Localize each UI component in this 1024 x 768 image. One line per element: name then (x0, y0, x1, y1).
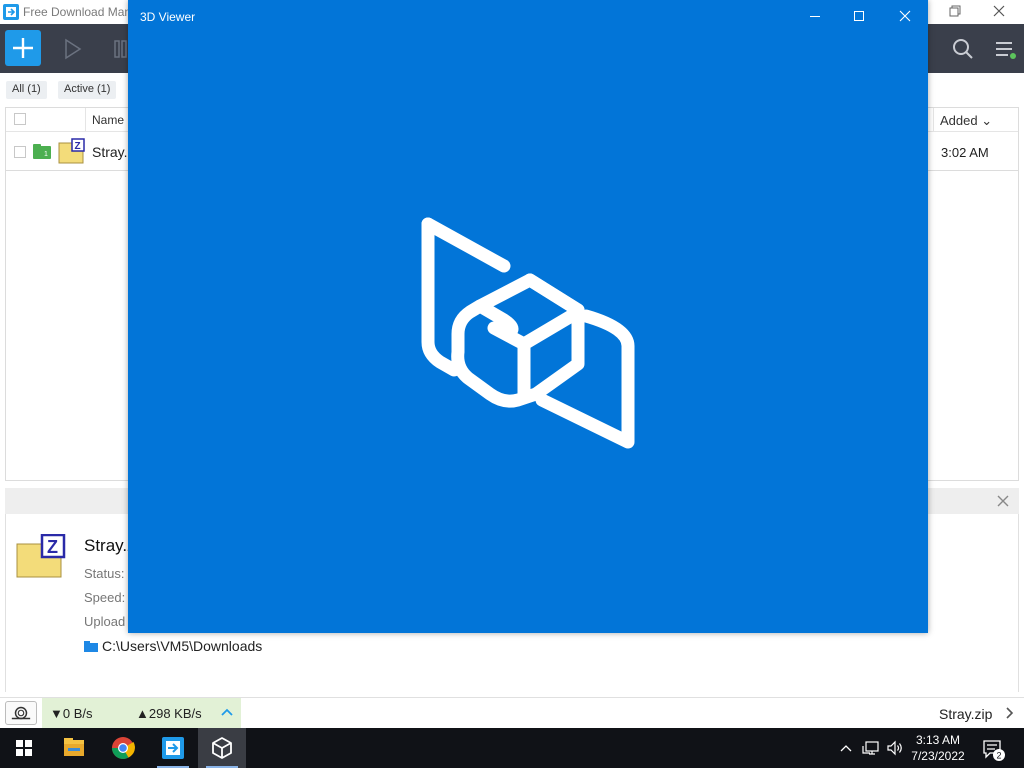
plus-icon (13, 38, 33, 58)
notification-icon: 2 (983, 740, 1005, 761)
start-button[interactable] (0, 728, 48, 768)
windows-start-icon (16, 740, 32, 756)
row-checkbox[interactable] (14, 146, 26, 158)
zip-file-icon: Z (16, 534, 66, 578)
detail-speed-label: Speed: (84, 590, 126, 605)
filter-tab-all[interactable]: All (1) (6, 81, 47, 99)
column-divider (85, 108, 86, 132)
chevron-up-icon[interactable] (218, 704, 236, 722)
minimize-button[interactable] (792, 0, 838, 32)
svg-text:Z: Z (75, 141, 81, 152)
svg-text:Z: Z (47, 537, 58, 557)
add-download-button[interactable] (5, 30, 41, 66)
close-button[interactable] (882, 0, 928, 32)
detail-status-label: Status: (84, 566, 125, 581)
column-header-name[interactable]: Name (92, 113, 124, 127)
download-status-icon: 1 (33, 144, 51, 159)
upload-speed: ▲298 KB/s (136, 706, 202, 721)
detail-upload-label: Upload (84, 614, 126, 629)
snail-mode-button[interactable] (5, 701, 37, 725)
pause-all-button[interactable] (108, 34, 128, 64)
chevron-right-icon[interactable] (1000, 704, 1018, 722)
fdm-restore-button[interactable] (930, 0, 976, 24)
speed-indicator: ▼0 B/s ▲298 KB/s (42, 698, 241, 728)
network-icon[interactable] (861, 738, 881, 758)
fdm-app-icon (3, 4, 19, 20)
taskbar: 3:13 AM 7/23/2022 2 (0, 728, 1024, 768)
3d-viewer-window[interactable]: 3D Viewer (128, 0, 928, 633)
3d-viewer-logo-icon (421, 217, 635, 449)
file-explorer-icon (64, 738, 84, 756)
fdm-close-button[interactable] (976, 0, 1022, 24)
column-header-added[interactable]: Added ⌄ (940, 113, 992, 129)
taskbar-3d-viewer[interactable] (198, 728, 246, 768)
3d-viewer-icon (212, 737, 232, 759)
snail-icon (11, 706, 31, 720)
close-icon[interactable] (995, 493, 1011, 509)
zip-file-icon: Z (58, 138, 85, 164)
search-icon[interactable] (948, 34, 978, 64)
taskbar-file-explorer[interactable] (50, 728, 98, 768)
folder-icon (84, 641, 98, 652)
download-path-link[interactable]: C:\Users\VM5\Downloads (102, 638, 262, 654)
volume-icon[interactable] (885, 738, 905, 758)
download-speed: ▼0 B/s (50, 706, 93, 721)
clock-date: 7/23/2022 (911, 749, 965, 763)
status-bar: ▼0 B/s ▲298 KB/s Stray.zip (0, 697, 1024, 728)
clock-time: 3:13 AM (915, 733, 961, 747)
chevron-up-icon[interactable] (838, 738, 854, 758)
notification-count: 2 (996, 751, 1001, 761)
chrome-icon (112, 737, 135, 759)
menu-icon[interactable] (990, 34, 1020, 64)
taskbar-fdm[interactable] (149, 728, 197, 768)
column-divider (933, 108, 934, 132)
filter-tab-active[interactable]: Active (1) (58, 81, 117, 99)
window-title: 3D Viewer (140, 10, 196, 24)
status-file-name: Stray.zip (939, 706, 993, 722)
fdm-icon (162, 737, 184, 759)
taskbar-chrome[interactable] (99, 728, 147, 768)
maximize-button[interactable] (836, 0, 882, 32)
select-all-checkbox[interactable] (14, 113, 26, 125)
row-added-time: 3:02 AM (941, 145, 989, 160)
taskbar-clock[interactable]: 3:13 AM 7/23/2022 (908, 732, 968, 766)
svg-text:1: 1 (44, 151, 48, 158)
resume-all-button[interactable] (58, 34, 88, 64)
action-center-button[interactable]: 2 (976, 734, 1010, 764)
